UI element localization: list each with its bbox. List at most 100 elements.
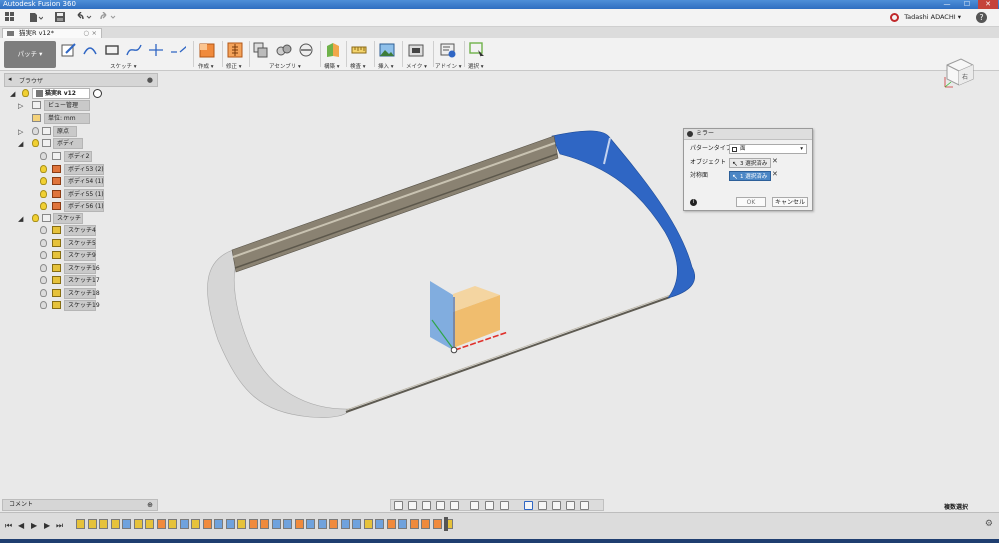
- tree-item-label[interactable]: スケッチ19: [64, 300, 100, 311]
- create-group[interactable]: 作成 ▾: [196, 40, 221, 70]
- timeline-feature-icon[interactable]: [202, 519, 212, 529]
- timeline-feature-icon[interactable]: [271, 519, 281, 529]
- workspace-switcher[interactable]: パッチ ▾: [4, 41, 56, 68]
- timeline-feature-icon[interactable]: [110, 519, 120, 529]
- tree-root-label[interactable]: 猫実R v12: [32, 88, 90, 99]
- close-button[interactable]: ✕: [978, 0, 998, 9]
- origin-point[interactable]: [450, 346, 458, 354]
- timeline-feature-icon[interactable]: [225, 519, 235, 529]
- visibility-bulb-icon[interactable]: [40, 202, 47, 210]
- comment-toggle-icon[interactable]: ⊕: [147, 500, 153, 510]
- zoom-window-icon[interactable]: [450, 501, 459, 510]
- insert-image-icon[interactable]: [379, 42, 395, 58]
- make-group[interactable]: メイク ▾: [404, 40, 432, 70]
- camera-icon[interactable]: [566, 501, 575, 510]
- save-icon[interactable]: [54, 12, 65, 24]
- timeline-feature-icon[interactable]: [363, 519, 373, 529]
- scripts-icon[interactable]: [440, 42, 456, 58]
- assemble-group[interactable]: アセンブリ ▾: [251, 40, 319, 70]
- timeline-feature-icon[interactable]: [87, 519, 97, 529]
- go-end-icon[interactable]: ⏭: [56, 521, 63, 531]
- tree-item-label[interactable]: スケッチ16: [64, 263, 100, 274]
- ground-icon[interactable]: [580, 501, 589, 510]
- environment-icon[interactable]: [538, 501, 547, 510]
- zoom-icon[interactable]: [436, 501, 445, 510]
- timeline-feature-icon[interactable]: [352, 519, 361, 529]
- modify-group[interactable]: 修正 ▾: [224, 40, 249, 70]
- visibility-bulb-icon[interactable]: [40, 226, 47, 234]
- surface-left[interactable]: [207, 249, 351, 418]
- timeline-feature-icon[interactable]: [145, 519, 154, 529]
- timeline-feature-icon[interactable]: [283, 519, 292, 529]
- rectangle-icon[interactable]: [104, 42, 120, 58]
- step-back-icon[interactable]: ◀: [18, 521, 24, 530]
- comment-panel[interactable]: コメント ⊕: [2, 499, 158, 511]
- timeline-feature-icon[interactable]: [306, 519, 315, 529]
- panel-toggle-icon[interactable]: ●: [147, 76, 153, 84]
- measure-icon[interactable]: [351, 42, 367, 58]
- new-component-icon[interactable]: [253, 42, 269, 58]
- go-start-icon[interactable]: ⏮: [5, 521, 12, 531]
- active-radio-icon[interactable]: [93, 89, 102, 98]
- visibility-bulb-icon[interactable]: [40, 239, 47, 247]
- cancel-button[interactable]: キャンセル: [772, 197, 808, 207]
- model-canvas[interactable]: [160, 72, 700, 472]
- visibility-bulb-icon[interactable]: [40, 289, 47, 297]
- redo-icon[interactable]: [99, 11, 119, 24]
- joint-icon[interactable]: [276, 42, 292, 58]
- arc-icon[interactable]: [82, 42, 98, 58]
- insert-group-label[interactable]: 挿入 ▾: [378, 62, 394, 70]
- grid-settings-icon[interactable]: [485, 501, 494, 510]
- timeline-feature-icon[interactable]: [329, 519, 338, 529]
- file-menu-icon[interactable]: [29, 12, 44, 24]
- tree-item-label[interactable]: スケッチ5: [64, 238, 96, 249]
- info-icon[interactable]: i: [690, 199, 697, 206]
- visibility-bulb-icon[interactable]: [40, 177, 47, 185]
- minimize-button[interactable]: —: [937, 0, 957, 9]
- display-settings-icon[interactable]: [470, 501, 479, 510]
- extrude-icon[interactable]: [199, 42, 215, 58]
- clear-plane-icon[interactable]: ✕: [772, 170, 778, 178]
- timeline-settings-icon[interactable]: ⚙: [985, 519, 993, 529]
- timeline-feature-icon[interactable]: [179, 519, 189, 529]
- tree-item-label[interactable]: スケッチ18: [64, 288, 100, 299]
- spline-icon[interactable]: [126, 42, 142, 58]
- timeline-feature-icon[interactable]: [294, 519, 304, 529]
- modify-group-label[interactable]: 修正 ▾: [226, 62, 242, 70]
- tree-item-label[interactable]: スケッチ: [53, 213, 83, 224]
- object-selection[interactable]: ↖ 3 選択済み: [729, 158, 772, 168]
- visibility-bulb-icon[interactable]: [40, 152, 47, 160]
- yz-plane[interactable]: [430, 281, 453, 350]
- addins-group[interactable]: アドイン ▾: [435, 40, 463, 70]
- collapse-panel-icon[interactable]: ◂: [8, 75, 12, 83]
- visibility-bulb-icon[interactable]: [32, 214, 39, 222]
- timeline-feature-icon[interactable]: [317, 519, 327, 529]
- viewports-icon[interactable]: [500, 501, 509, 510]
- timeline-feature-icon[interactable]: [432, 519, 442, 529]
- timeline-feature-icon[interactable]: [191, 519, 200, 529]
- trim-icon[interactable]: [148, 42, 164, 58]
- timeline-feature-icon[interactable]: [409, 519, 419, 529]
- browser-panel-header[interactable]: ◂ ブラウザ ●: [4, 73, 158, 87]
- pattern-type-dropdown[interactable]: 面 ▾: [729, 144, 807, 154]
- make-group-label[interactable]: メイク ▾: [406, 62, 427, 70]
- timeline-feature-icon[interactable]: [375, 519, 384, 529]
- help-icon[interactable]: ?: [976, 12, 987, 23]
- step-forward-icon[interactable]: ▶: [44, 521, 50, 530]
- visibility-bulb-icon[interactable]: [40, 251, 47, 259]
- timeline-feature-icon[interactable]: [214, 519, 223, 529]
- timeline-feature-icon[interactable]: [248, 519, 258, 529]
- expand-icon[interactable]: ◢: [18, 139, 23, 149]
- tree-item-label[interactable]: 原点: [53, 126, 77, 137]
- ok-button[interactable]: OK: [736, 197, 766, 207]
- tree-item-label[interactable]: ボディ2: [64, 151, 92, 162]
- effects-icon[interactable]: [552, 501, 561, 510]
- pan-icon[interactable]: [422, 501, 431, 510]
- inspect-group-label[interactable]: 検査 ▾: [350, 62, 366, 70]
- construct-group-label[interactable]: 構築 ▾: [324, 62, 340, 70]
- timeline-feature-icon[interactable]: [168, 519, 177, 529]
- timeline-feature-icon[interactable]: [122, 519, 131, 529]
- construct-group[interactable]: 構築 ▾: [322, 40, 346, 70]
- select-icon[interactable]: [469, 42, 485, 58]
- data-panel-grid-icon[interactable]: [5, 12, 15, 24]
